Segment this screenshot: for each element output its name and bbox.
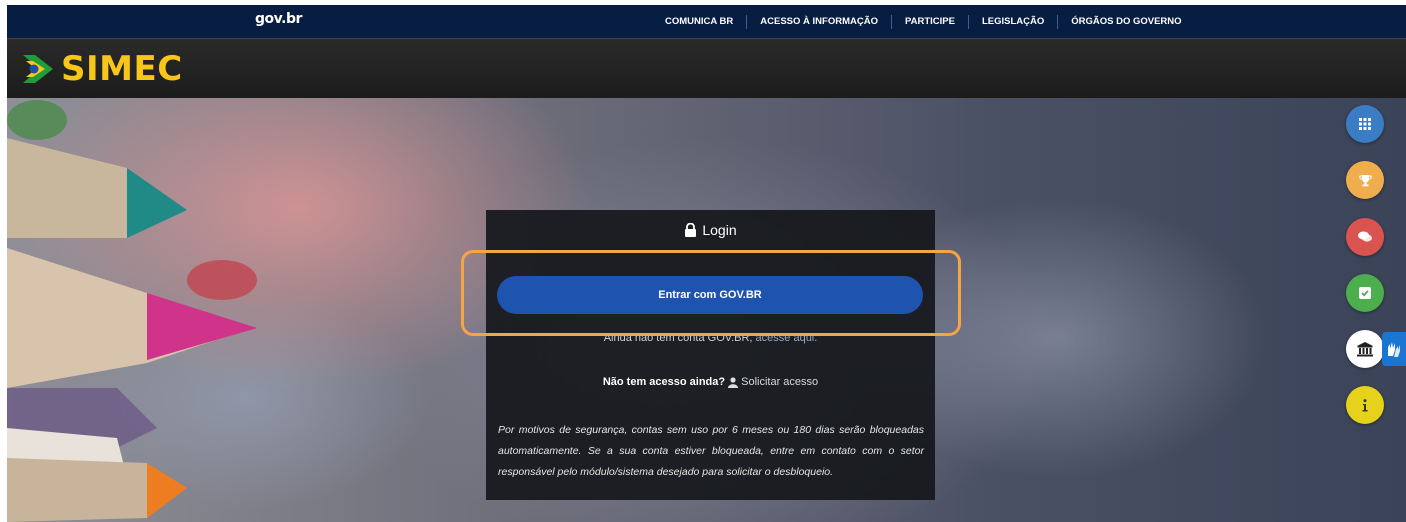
tasks-button[interactable] bbox=[1346, 274, 1384, 312]
user-icon bbox=[728, 376, 739, 388]
app-name: SIMEC bbox=[61, 49, 183, 89]
highlight-outline bbox=[461, 250, 961, 336]
colored-pencils-image bbox=[7, 100, 257, 522]
govbr-top-bar: gov.br COMUNICA BR ACESSO À INFORMAÇÃO P… bbox=[7, 5, 1406, 38]
simec-header: SIMEC bbox=[7, 38, 1406, 98]
no-access-label: Não tem acesso ainda? bbox=[602, 376, 726, 388]
login-title: Login bbox=[486, 222, 935, 238]
security-notice: Por motivos de segurança, contas sem uso… bbox=[498, 424, 924, 478]
nav-orgaos-governo[interactable]: ÓRGÃOS DO GOVERNO bbox=[1058, 15, 1194, 29]
nav-acesso-informacao[interactable]: ACESSO À INFORMAÇÃO bbox=[747, 15, 891, 29]
info-icon bbox=[1362, 398, 1368, 411]
apps-button[interactable] bbox=[1346, 105, 1384, 143]
awards-button[interactable] bbox=[1346, 161, 1384, 199]
govbr-nav: COMUNICA BR ACESSO À INFORMAÇÃO PARTICIP… bbox=[652, 5, 1195, 38]
vlibras-accessibility-button[interactable] bbox=[1382, 332, 1406, 366]
grid-icon bbox=[1359, 118, 1371, 130]
nav-legislacao[interactable]: LEGISLAÇÃO bbox=[969, 15, 1057, 29]
no-access-row: Não tem acesso ainda? Solicitar acesso bbox=[486, 376, 935, 388]
brazil-arrow-icon bbox=[23, 55, 53, 83]
chat-icon bbox=[1358, 231, 1372, 242]
govbr-logo[interactable]: gov.br bbox=[255, 11, 302, 27]
request-access-link[interactable]: Solicitar acesso bbox=[741, 376, 818, 388]
trophy-icon bbox=[1358, 174, 1372, 186]
nav-participe[interactable]: PARTICIPE bbox=[892, 15, 968, 29]
chat-button[interactable] bbox=[1346, 218, 1384, 256]
check-square-icon bbox=[1359, 287, 1371, 299]
info-button[interactable] bbox=[1346, 386, 1384, 424]
simec-logo[interactable]: SIMEC bbox=[21, 49, 183, 89]
institution-button[interactable] bbox=[1346, 330, 1384, 368]
login-title-text: Login bbox=[702, 222, 737, 238]
lock-icon bbox=[685, 223, 697, 237]
nav-comunica-br[interactable]: COMUNICA BR bbox=[652, 15, 746, 29]
institution-icon bbox=[1357, 341, 1373, 356]
sign-language-hands-icon bbox=[1388, 342, 1400, 357]
